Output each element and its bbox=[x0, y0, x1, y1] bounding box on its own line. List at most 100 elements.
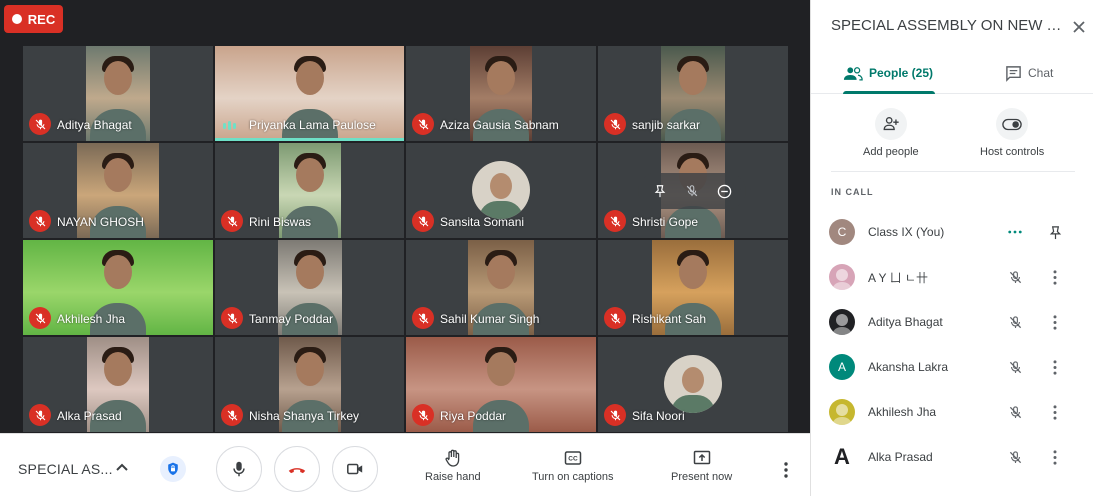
participant-tile[interactable]: Sifa Noori bbox=[597, 336, 789, 433]
video-face bbox=[679, 61, 707, 96]
tab-chat-label: Chat bbox=[1028, 66, 1054, 80]
muted-mic-icon bbox=[221, 210, 243, 232]
participant-row[interactable]: Aditya Bhagat bbox=[829, 304, 1089, 340]
participant-avatar: A bbox=[829, 444, 855, 470]
people-panel: SPECIAL ASSEMBLY ON NEW YEA... People (2… bbox=[810, 0, 1093, 496]
tab-people-label: People (25) bbox=[869, 66, 934, 80]
participant-tile[interactable]: Riya Poddar bbox=[405, 336, 597, 433]
participant-tile[interactable]: Akhilesh Jha bbox=[22, 239, 214, 336]
chevron-up-icon[interactable] bbox=[114, 460, 130, 476]
video-face bbox=[104, 352, 132, 387]
mic-muted-icon[interactable] bbox=[680, 179, 704, 203]
participant-tile[interactable]: Rini Biswas bbox=[214, 142, 405, 239]
hang-up-icon bbox=[288, 468, 306, 474]
host-controls-label: Host controls bbox=[980, 146, 1045, 158]
participant-tile[interactable]: sanjib sarkar bbox=[597, 45, 789, 142]
meet-window: REC Aditya Bhagat Priyanka Lama Paulose Az… bbox=[0, 0, 1093, 496]
divider bbox=[831, 171, 1075, 172]
muted-mic-icon bbox=[412, 210, 434, 232]
participant-tile[interactable]: Tanmay Poddar bbox=[214, 239, 405, 336]
participant-name: Alka Prasad bbox=[57, 409, 122, 423]
present-now-button[interactable]: Present now bbox=[671, 448, 732, 483]
leave-call-button[interactable] bbox=[274, 446, 320, 492]
participant-row[interactable]: A Alka Prasad bbox=[829, 439, 1089, 475]
participant-avatar bbox=[829, 309, 855, 335]
participant-name: Shristi Gope bbox=[632, 215, 699, 229]
add-people-button[interactable]: Add people bbox=[863, 108, 919, 158]
participant-name: A Y ㄩ ㄴ卄 bbox=[868, 270, 928, 285]
avatar-head bbox=[490, 173, 512, 199]
participant-name: Aditya Bhagat bbox=[868, 315, 943, 329]
more-options-icon[interactable] bbox=[1045, 357, 1065, 377]
raise-hand-button[interactable]: Raise hand bbox=[425, 448, 481, 483]
tile-hover-controls bbox=[638, 173, 746, 209]
add-person-icon bbox=[874, 108, 907, 140]
participant-row[interactable]: A Y ㄩ ㄴ卄 bbox=[829, 259, 1089, 295]
participant-tile[interactable]: Rishikant Sah bbox=[597, 239, 789, 336]
muted-mic-icon bbox=[29, 113, 51, 135]
video-face bbox=[487, 352, 515, 387]
more-options-icon[interactable] bbox=[1045, 312, 1065, 332]
security-shield-icon[interactable] bbox=[160, 456, 186, 482]
muted-mic-icon bbox=[221, 307, 243, 329]
meeting-title[interactable]: SPECIAL AS... bbox=[18, 461, 113, 477]
muted-mic-icon bbox=[29, 404, 51, 426]
participant-row[interactable]: A Akansha Lakra bbox=[829, 349, 1089, 385]
tab-chat[interactable]: Chat bbox=[1005, 52, 1053, 94]
muted-mic-icon bbox=[604, 404, 626, 426]
muted-mic-icon bbox=[29, 210, 51, 232]
participant-tile[interactable]: Priyanka Lama Paulose bbox=[214, 45, 405, 142]
participant-tile[interactable]: Aziza Gausia Sabnam bbox=[405, 45, 597, 142]
participant-tile[interactable]: Sahil Kumar Singh bbox=[405, 239, 597, 336]
participant-name: Akansha Lakra bbox=[868, 360, 949, 374]
recording-label: REC bbox=[27, 11, 56, 27]
participant-name: Class IX (You) bbox=[868, 225, 945, 239]
participant-name: Sifa Noori bbox=[632, 409, 685, 423]
participant-tile[interactable]: Shristi Gope bbox=[597, 142, 789, 239]
avatar-head bbox=[682, 367, 704, 393]
participant-name: Aziza Gausia Sabnam bbox=[440, 118, 559, 132]
participant-name: Riya Poddar bbox=[440, 409, 507, 423]
video-face bbox=[487, 255, 515, 290]
participant-avatar bbox=[472, 161, 530, 219]
participant-tile[interactable]: Aditya Bhagat bbox=[22, 45, 214, 142]
present-screen-icon bbox=[693, 450, 710, 465]
captions-button[interactable]: CC Turn on captions bbox=[532, 448, 614, 483]
present-label: Present now bbox=[671, 471, 733, 483]
muted-mic-icon bbox=[604, 210, 626, 232]
more-options-icon[interactable] bbox=[1045, 402, 1065, 422]
video-face bbox=[104, 255, 132, 290]
participant-row[interactable]: C Class IX (You) bbox=[829, 214, 1089, 250]
more-options-icon[interactable] bbox=[1045, 447, 1065, 467]
participant-row[interactable]: Akhilesh Jha bbox=[829, 394, 1089, 430]
video-area: REC Aditya Bhagat Priyanka Lama Paulose Az… bbox=[0, 0, 810, 433]
more-options-icon[interactable] bbox=[776, 460, 796, 480]
remove-icon[interactable] bbox=[712, 179, 736, 203]
in-call-heading: IN CALL bbox=[831, 187, 874, 197]
pin-icon[interactable] bbox=[1045, 222, 1065, 242]
more-options-icon[interactable] bbox=[1045, 267, 1065, 287]
participant-tile[interactable]: Alka Prasad bbox=[22, 336, 214, 433]
closed-captions-icon: CC bbox=[564, 451, 582, 465]
participant-tile[interactable]: NAYAN GHOSH bbox=[22, 142, 214, 239]
muted-mic-icon bbox=[412, 307, 434, 329]
camera-button[interactable] bbox=[332, 446, 378, 492]
svg-text:CC: CC bbox=[568, 456, 578, 463]
participant-tile[interactable]: Nisha Shanya Tirkey bbox=[214, 336, 405, 433]
tab-people[interactable]: People (25) bbox=[843, 52, 936, 94]
close-icon[interactable] bbox=[1069, 17, 1089, 37]
participant-tile[interactable]: Sansita Somani bbox=[405, 142, 597, 239]
participant-avatar bbox=[664, 355, 722, 413]
muted-mic-icon bbox=[29, 307, 51, 329]
host-controls-button[interactable]: Host controls bbox=[980, 108, 1044, 158]
video-face bbox=[295, 352, 324, 387]
people-icon bbox=[843, 66, 863, 80]
microphone-button[interactable] bbox=[216, 446, 262, 492]
participant-name: Alka Prasad bbox=[868, 450, 933, 464]
participant-name: Priyanka Lama Paulose bbox=[249, 118, 376, 132]
video-face bbox=[295, 255, 324, 290]
panel-tabs: People (25) Chat bbox=[811, 52, 1093, 94]
pin-icon[interactable] bbox=[648, 179, 672, 203]
avatar-initial: A bbox=[834, 444, 850, 469]
more-horizontal-icon[interactable] bbox=[1005, 222, 1025, 242]
